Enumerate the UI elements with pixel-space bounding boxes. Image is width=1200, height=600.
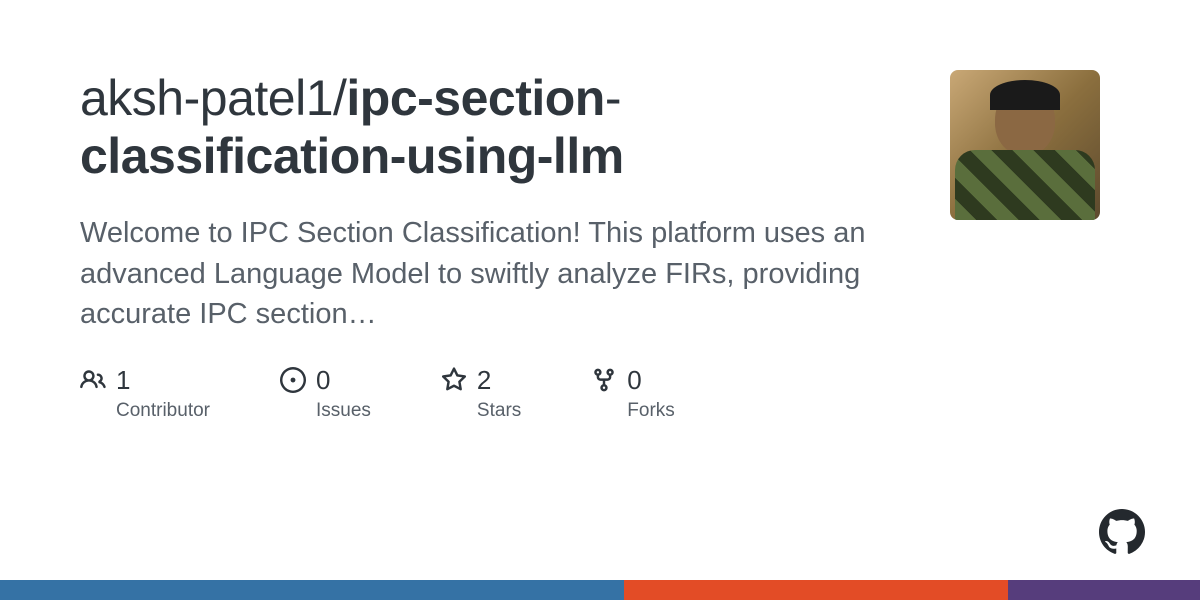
issue-icon [280,367,306,393]
star-icon [441,367,467,393]
stars-stat[interactable]: 2 Stars [441,365,521,422]
slash-separator: / [333,70,346,126]
owner-avatar[interactable] [950,70,1100,220]
language-segment-3 [1008,580,1200,600]
issues-stat[interactable]: 0 Issues [280,365,371,422]
stars-count: 2 [477,365,491,396]
contributors-stat[interactable]: 1 Contributor [80,365,210,422]
repo-name-part2[interactable]: classification-using-llm [80,128,624,184]
repo-name-bold[interactable]: ipc-section [346,70,604,126]
language-bar [0,580,1200,600]
repo-stats: 1 Contributor 0 Issues 2 [80,365,910,422]
repo-description: Welcome to IPC Section Classification! T… [80,213,910,335]
language-segment-2 [624,580,1008,600]
contributors-count: 1 [116,365,130,396]
forks-stat[interactable]: 0 Forks [591,365,675,422]
contributors-label: Contributor [116,400,210,422]
repo-title: aksh-patel1/ipc-section-classification-u… [80,70,910,185]
fork-icon [591,367,617,393]
issues-label: Issues [316,400,371,422]
repo-name-hyphen: - [605,70,621,126]
stars-label: Stars [477,400,521,422]
people-icon [80,367,106,393]
forks-label: Forks [627,400,675,422]
forks-count: 0 [627,365,641,396]
language-segment-1 [0,580,624,600]
repo-owner[interactable]: aksh-patel1 [80,70,333,126]
github-logo-icon[interactable] [1099,509,1145,555]
issues-count: 0 [316,365,330,396]
